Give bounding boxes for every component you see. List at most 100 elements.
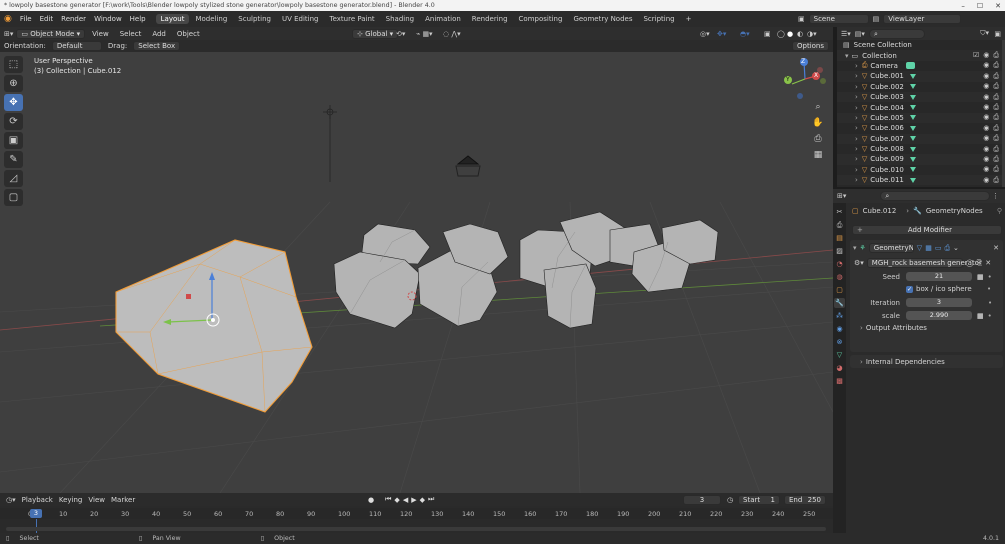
minimize-icon[interactable]: –: [961, 2, 965, 10]
scene-icon[interactable]: ▣: [798, 15, 805, 23]
render-tab-icon[interactable]: ⎙: [834, 220, 845, 230]
menu-select[interactable]: Select: [116, 30, 146, 38]
node-group-selector[interactable]: MGH_rock basemesh generator: [866, 258, 982, 268]
expand-arrow-icon[interactable]: ›: [855, 72, 858, 80]
menu-timeline-view[interactable]: View: [88, 496, 105, 504]
scene-tab-icon[interactable]: ◔: [834, 259, 845, 269]
eye-icon[interactable]: ◉: [983, 72, 989, 81]
output-tab-icon[interactable]: ▤: [834, 233, 845, 243]
eye-icon[interactable]: ◉: [983, 51, 989, 60]
outliner-editor-icon[interactable]: ☰▾: [841, 30, 851, 38]
shading-solid-icon[interactable]: ●: [787, 30, 793, 38]
checkbox-checked-icon[interactable]: ✓: [906, 285, 913, 293]
eye-icon[interactable]: ◉: [983, 134, 989, 143]
playhead[interactable]: 3: [30, 509, 42, 518]
outliner-object-row[interactable]: › ▽ Cube.009 ◉ ⎙: [837, 154, 1005, 165]
camera-data-icon[interactable]: [906, 62, 916, 70]
jump-start-icon[interactable]: ⏮: [385, 495, 391, 504]
outliner-object-row[interactable]: › ▽ Cube.010 ◉ ⎙: [837, 165, 1005, 175]
object-tab-icon[interactable]: ▢: [834, 285, 845, 295]
eye-icon[interactable]: ◉: [983, 113, 989, 122]
duplicate-icon[interactable]: ⎘: [977, 259, 983, 268]
outliner-camera-row[interactable]: › ⎙ Camera ◉ ⎙: [837, 61, 1005, 71]
keyframe-dot-icon[interactable]: •: [988, 299, 992, 307]
gizmo-toggle-icon[interactable]: ✥▾: [717, 30, 726, 38]
add-modifier-button[interactable]: + Add Modifier: [852, 225, 1002, 235]
menu-edit[interactable]: Edit: [36, 15, 58, 23]
expand-arrow-icon[interactable]: ›: [855, 166, 858, 174]
jump-end-icon[interactable]: ⏭: [428, 495, 434, 504]
tab-animation[interactable]: Animation: [420, 14, 466, 24]
output-attributes-section[interactable]: Output Attributes: [866, 324, 927, 332]
timeline-scrollbar[interactable]: [6, 527, 826, 531]
record-icon[interactable]: ●: [368, 496, 374, 504]
tool-tab-icon[interactable]: ✂: [834, 207, 845, 217]
next-keyframe-icon[interactable]: ◆: [420, 496, 425, 504]
expand-arrow-icon[interactable]: ›: [855, 145, 858, 153]
view-layer-tab-icon[interactable]: ▨: [834, 246, 845, 256]
select-box-tool-icon[interactable]: ⬚: [4, 56, 23, 73]
mesh-data-icon[interactable]: [910, 125, 917, 131]
camera-render-icon[interactable]: ⎙: [993, 51, 999, 60]
camera-render-icon[interactable]: ⎙: [993, 176, 999, 185]
physics-tab-icon[interactable]: ◉: [834, 324, 845, 334]
camera-render-icon[interactable]: ⎙: [993, 145, 999, 154]
collapse-arrow-icon[interactable]: ▾: [845, 52, 849, 60]
tab-compositing[interactable]: Compositing: [514, 14, 568, 24]
frame-ruler[interactable]: 0102030405060708090100110120130140150160…: [0, 508, 833, 519]
eye-icon[interactable]: ◉: [983, 82, 989, 91]
maximize-icon[interactable]: ☐: [977, 2, 983, 10]
keyframe-dot-icon[interactable]: •: [988, 312, 992, 320]
orientation-selector[interactable]: Default: [51, 41, 102, 51]
expand-arrow-icon[interactable]: ›: [855, 135, 858, 143]
expand-arrow-icon[interactable]: ›: [855, 124, 858, 132]
shading-rendered-icon[interactable]: ◑▾: [807, 30, 817, 38]
outliner-object-row[interactable]: › ▽ Cube.001 ◉ ⎙: [837, 71, 1005, 82]
mesh-data-icon[interactable]: [910, 136, 917, 142]
input-field-seed[interactable]: 21: [906, 272, 972, 281]
internal-dependencies-panel[interactable]: › Internal Dependencies: [850, 355, 1003, 368]
viewport-scene[interactable]: [0, 52, 833, 493]
eye-icon[interactable]: ◉: [983, 145, 989, 154]
camera-render-icon[interactable]: ⎙: [993, 113, 999, 122]
menu-object[interactable]: Object: [173, 30, 204, 38]
collapse-arrow-icon[interactable]: ▾: [853, 244, 857, 252]
mesh-data-icon[interactable]: [910, 73, 917, 79]
options-button[interactable]: Options: [792, 41, 830, 51]
zoom-icon[interactable]: ⌕: [811, 100, 825, 114]
viewlayer-icon[interactable]: ▤: [873, 15, 880, 23]
viewlayer-selector[interactable]: ViewLayer: [883, 14, 962, 24]
3d-viewport[interactable]: User Perspective (3) Collection | Cube.0…: [0, 52, 833, 493]
camera-render-icon[interactable]: ⎙: [993, 124, 999, 133]
eye-icon[interactable]: ◉: [983, 176, 989, 185]
camera-render-icon[interactable]: ⎙: [993, 82, 999, 91]
modifier-tab-icon[interactable]: 🔧: [834, 298, 845, 308]
play-icon[interactable]: ▶: [411, 496, 416, 504]
camera-render-icon[interactable]: ⎙: [993, 165, 999, 174]
outliner[interactable]: ☰▾ ▤▾ ⌕ ⛉▾ ▣ ▤ Scene Collection ▾ ▭ Collect…: [837, 27, 1005, 187]
camera-render-icon[interactable]: ⎙: [993, 103, 999, 112]
mesh-data-icon[interactable]: [910, 156, 917, 162]
mode-selector[interactable]: ▭ Object Mode ▾: [16, 28, 86, 39]
rotate-tool-icon[interactable]: ⟳: [4, 113, 23, 130]
unlink-icon[interactable]: ✕: [985, 259, 991, 267]
tab-rendering[interactable]: Rendering: [467, 14, 513, 24]
snap-icon[interactable]: ⌁ ▦▾: [416, 30, 433, 38]
scene-collection-row[interactable]: ▤ Scene Collection: [837, 40, 1005, 50]
pan-hand-icon[interactable]: ✋: [811, 116, 825, 130]
eye-icon[interactable]: ◉: [983, 61, 989, 70]
outliner-object-row[interactable]: › ▽ Cube.011 ◉ ⎙: [837, 175, 1005, 186]
tab-layout[interactable]: Layout: [155, 14, 190, 24]
expand-arrow-icon[interactable]: ›: [860, 324, 863, 332]
mesh-data-icon[interactable]: [910, 105, 917, 111]
expand-arrow-icon[interactable]: ›: [860, 358, 863, 366]
blender-logo-icon[interactable]: ◉: [0, 14, 16, 24]
mesh-data-icon[interactable]: [910, 115, 917, 121]
properties-editor[interactable]: ⊞▾ ⌕ ⋮ ✂ ⎙ ▤ ▨ ◔ ◍ ▢ 🔧 ⁂ ◉ ⊗ ▽ ◕ ▩ ▢ Cub…: [833, 189, 1005, 533]
eye-icon[interactable]: ◉: [983, 155, 989, 164]
xray-icon[interactable]: ▣: [764, 30, 771, 38]
outliner-object-row[interactable]: › ▽ Cube.002 ◉ ⎙: [837, 82, 1005, 92]
properties-options-icon[interactable]: ⋮: [992, 192, 999, 200]
proportional-edit-icon[interactable]: ◌ ⋀▾: [443, 30, 461, 38]
measure-tool-icon[interactable]: ◿: [4, 170, 23, 187]
